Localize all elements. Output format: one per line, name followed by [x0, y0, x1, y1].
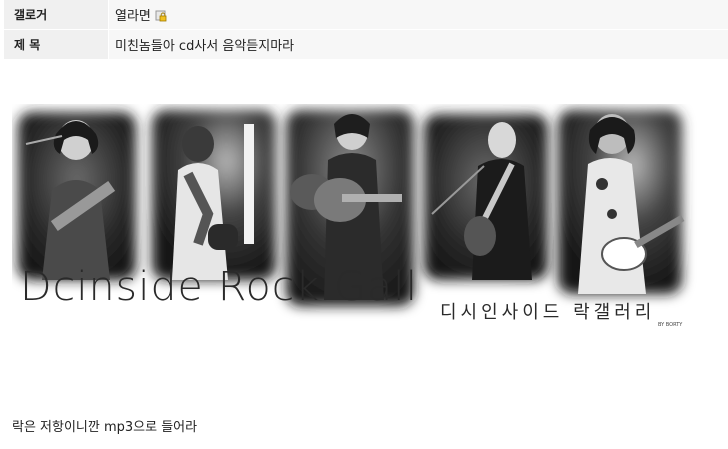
gallery-label: 갤로거 [4, 0, 108, 29]
gallery-user[interactable]: 열라면 [115, 5, 151, 24]
gallery-value-cell: 열라면 [109, 0, 728, 29]
title-label: 제 목 [4, 30, 108, 59]
banner-signature: BY BORTY [658, 322, 683, 328]
title-row: 제 목 미친놈들아 cd사서 음악듣지마라 [4, 30, 728, 60]
banner-logo-text: Dcinside Rock Gall [20, 264, 418, 310]
title-value: 미친놈들아 cd사서 음악듣지마라 [109, 30, 728, 59]
banner-korean-text: 디시인사이드 락갤러리 [440, 302, 655, 323]
musician-photo-5 [558, 110, 685, 294]
musician-photo-1 [18, 112, 136, 280]
musician-photo-2 [152, 110, 276, 280]
gallery-row: 갤로거 열라면 [4, 0, 728, 30]
musician-photo-4 [424, 114, 548, 280]
rock-gall-banner: Dcinside Rock Gall 디시인사이드 락갤러리 BY BORTY [18, 110, 685, 328]
post-info-table: 갤로거 열라면 제 목 미친놈들아 cd사서 음악듣지마라 [4, 0, 728, 60]
post-body: 락은 저항이니깐 mp3으로 들어라 [12, 420, 198, 435]
lock-icon[interactable] [155, 10, 167, 22]
